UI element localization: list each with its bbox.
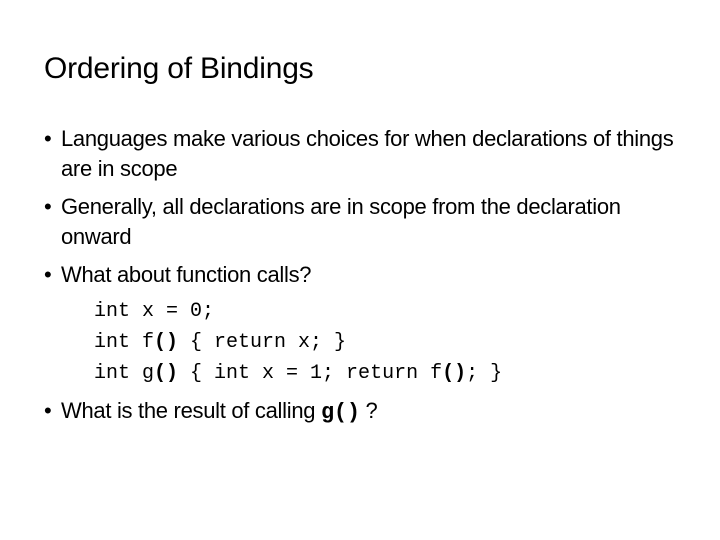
inline-code: g() xyxy=(321,400,360,425)
code-text: ; } xyxy=(466,362,503,385)
code-text: int f xyxy=(94,331,155,354)
code-parens: () xyxy=(442,362,467,385)
bullet-dot-icon: • xyxy=(44,194,52,219)
bullet-text: What about function calls? xyxy=(61,262,312,287)
bullet-text: Generally, all declarations are in scope… xyxy=(61,194,621,249)
bullet-text: What is the result of calling xyxy=(61,398,322,423)
bullet-list: • Languages make various choices for whe… xyxy=(44,124,684,298)
bullet-item: • Generally, all declarations are in sco… xyxy=(44,192,684,252)
bullet-dot-icon: • xyxy=(44,398,52,423)
bullet-suffix: ? xyxy=(359,398,378,423)
bullet-dot-icon: • xyxy=(44,262,52,287)
bullet-item: • Languages make various choices for whe… xyxy=(44,124,684,184)
bullet-item: • What is the result of calling g() ? xyxy=(44,396,684,428)
code-block: int x = 0; int f() { return x; } int g() {… xyxy=(94,296,502,389)
code-line: int f() { return x; } xyxy=(94,327,502,358)
code-line: int g() { int x = 1; return f(); } xyxy=(94,358,502,389)
bullet-dot-icon: • xyxy=(44,126,52,151)
bullet-text: Languages make various choices for when … xyxy=(61,126,674,181)
slide-title: Ordering of Bindings xyxy=(44,52,314,85)
code-line: int x = 0; xyxy=(94,296,502,327)
code-text: int g xyxy=(94,362,155,385)
code-parens: () xyxy=(154,331,179,354)
code-text: { return x; } xyxy=(178,331,347,354)
code-parens: () xyxy=(154,362,179,385)
code-text: int x = 0; xyxy=(94,300,215,323)
bullet-item: • What about function calls? xyxy=(44,260,684,290)
bullet-list-final: • What is the result of calling g() ? xyxy=(44,396,684,436)
code-text: { int x = 1; return f xyxy=(178,362,443,385)
